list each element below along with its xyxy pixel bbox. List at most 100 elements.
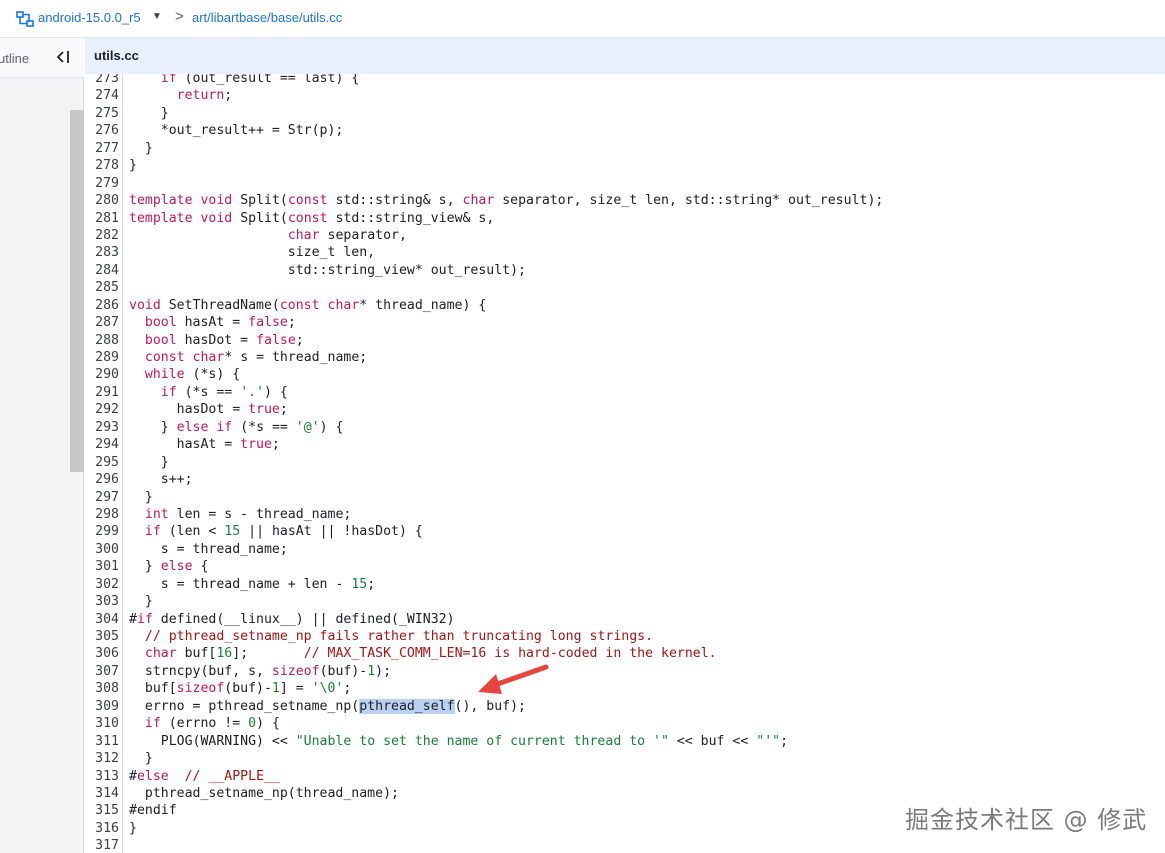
branch-selector[interactable]: android-15.0.0_r5 (38, 10, 141, 25)
code-text: #endif (129, 803, 177, 819)
line-number[interactable]: 310 (85, 715, 119, 732)
line-number[interactable]: 309 (85, 698, 119, 715)
code-text: buf[sizeof(buf)-1] = '\0'; (129, 681, 352, 697)
line-number[interactable]: 299 (85, 523, 119, 540)
tab-utils-cc[interactable]: utils.cc (94, 48, 139, 63)
code-text: } (129, 489, 153, 505)
code-text: } (129, 454, 169, 470)
code-text: while (*s) { (144, 367, 241, 383)
code-text: int len = s - thread_name; (144, 506, 352, 522)
code-text: } (129, 820, 137, 836)
code-text: strncpy(buf, s, sizeof(buf)-1); (129, 663, 392, 679)
line-number[interactable]: 288 (85, 332, 119, 349)
annotation-arrow (478, 664, 549, 694)
code-text: if (*s == '.') { (160, 384, 288, 400)
line-number[interactable]: 293 (85, 419, 119, 436)
code-text: if (out_result == last) { (160, 74, 360, 86)
line-number[interactable]: 308 (85, 680, 119, 697)
line-number[interactable]: 317 (85, 837, 119, 853)
code-text: } (129, 158, 137, 174)
line-number[interactable]: 289 (85, 349, 119, 366)
breadcrumb-bar: android-15.0.0_r5 ▼ > art/libartbase/bas… (0, 0, 1165, 38)
line-number[interactable]: 276 (85, 122, 119, 139)
collapse-panel-icon[interactable] (55, 50, 71, 64)
line-number[interactable]: 301 (85, 558, 119, 575)
line-number[interactable]: 294 (85, 436, 119, 453)
code-text: template void Split(const std::string_vi… (129, 210, 495, 226)
code-text: return; (176, 88, 233, 104)
line-number[interactable]: 313 (85, 768, 119, 785)
code-text: const char* s = thread_name; (144, 350, 368, 365)
line-number[interactable]: 315 (85, 802, 119, 819)
code-text: } (129, 751, 153, 767)
line-number[interactable]: 274 (85, 87, 119, 104)
file-path-link[interactable]: art/libartbase/base/utils.cc (192, 10, 342, 25)
code-text: if (errno != 0) { (144, 716, 280, 732)
line-number[interactable]: 292 (85, 401, 119, 418)
line-number[interactable]: 295 (85, 454, 119, 471)
line-number[interactable]: 275 (85, 105, 119, 122)
code-text: #if defined(__linux__) || defined(_WIN32… (129, 611, 455, 627)
line-number[interactable]: 280 (85, 192, 119, 209)
code-text: s = thread_name; (129, 541, 288, 557)
repo-icon (16, 11, 34, 27)
outline-header: utline (0, 38, 84, 78)
line-number[interactable]: 302 (85, 576, 119, 593)
chevron-down-icon[interactable]: ▼ (152, 11, 162, 22)
code-text: PLOG(WARNING) << "Unable to set the name… (129, 733, 789, 749)
code-text: template void Split(const std::string& s… (129, 193, 884, 209)
code-text: pthread_setname_np(thread_name); (129, 785, 399, 801)
line-number[interactable]: 281 (85, 210, 119, 227)
code-viewer[interactable]: 273 if (out_result == last) { 274 return;… (85, 74, 1165, 853)
code-text: s = thread_name + len - 15; (129, 576, 376, 592)
line-number[interactable]: 285 (85, 279, 119, 296)
line-number[interactable]: 284 (85, 262, 119, 279)
code-text: } (129, 140, 153, 156)
code-text: s++; (129, 472, 193, 488)
code-text: bool hasAt = false; (144, 315, 296, 331)
line-number[interactable]: 296 (85, 471, 119, 488)
line-number[interactable]: 287 (85, 314, 119, 331)
code-text: } (129, 105, 169, 121)
code-text: *out_result++ = Str(p); (129, 123, 344, 139)
breadcrumb-separator: > (175, 8, 184, 25)
code-text: void SetThreadName(const char* thread_na… (129, 297, 487, 313)
line-number[interactable]: 286 (85, 297, 119, 314)
line-number[interactable]: 312 (85, 750, 119, 767)
line-number[interactable]: 303 (85, 593, 119, 610)
line-number[interactable]: 306 (85, 645, 119, 662)
outline-scrollbar[interactable] (70, 110, 84, 472)
code-text: char separator, (287, 227, 407, 243)
line-number[interactable]: 298 (85, 506, 119, 523)
outline-panel: utline (0, 38, 84, 853)
line-number[interactable]: 279 (85, 175, 119, 192)
line-number[interactable]: 307 (85, 663, 119, 680)
code-text: } (129, 594, 153, 610)
line-number[interactable]: 278 (85, 157, 119, 174)
line-number[interactable]: 305 (85, 628, 119, 645)
code-text: std::string_view* out_result); (129, 262, 526, 278)
code-text: #else // __APPLE__ (129, 768, 280, 784)
code-text: hasAt = true; (129, 437, 280, 453)
code-text: size_t len, (129, 245, 376, 261)
line-number[interactable]: 297 (85, 489, 119, 506)
line-number[interactable]: 316 (85, 820, 119, 837)
line-number[interactable]: 273 (85, 74, 119, 87)
code-text: hasDot = true; (129, 402, 288, 418)
code-text: } else if (*s == '@') { (129, 419, 344, 435)
code-text: } else { (129, 559, 209, 575)
file-tab-bar: utils.cc (85, 38, 1165, 74)
code-text: char buf[16]; // MAX_TASK_COMM_LEN=16 is… (144, 646, 717, 662)
line-number[interactable]: 300 (85, 541, 119, 558)
line-number[interactable]: 282 (85, 227, 119, 244)
line-number[interactable]: 314 (85, 785, 119, 802)
code-text: // pthread_setname_np fails rather than … (144, 629, 654, 644)
line-number[interactable]: 311 (85, 733, 119, 750)
line-number[interactable]: 283 (85, 244, 119, 261)
line-number[interactable]: 291 (85, 384, 119, 401)
code-text: if (len < 15 || hasAt || !hasDot) { (144, 524, 423, 540)
selected-text: pthread_self (359, 698, 455, 714)
line-number[interactable]: 290 (85, 366, 119, 383)
line-number[interactable]: 277 (85, 140, 119, 157)
line-number[interactable]: 304 (85, 611, 119, 628)
